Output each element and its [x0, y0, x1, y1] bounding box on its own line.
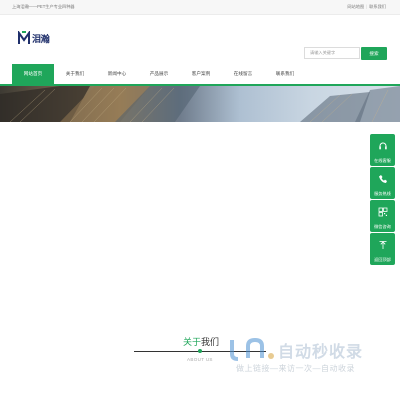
sitemap-link[interactable]: 网站地图 — [347, 4, 364, 9]
floating-toolbar: 在线客服 服务热线 微信咨询 返回顶部 — [370, 134, 395, 266]
watermark-title: 自动秒收录 — [278, 344, 364, 361]
divider: | — [366, 4, 368, 9]
wechat-button[interactable]: 微信咨询 — [370, 200, 395, 232]
logo-mark-icon — [18, 31, 30, 44]
hero-banner — [0, 86, 400, 122]
top-links: 网站地图 | 联系我们 — [347, 4, 386, 10]
qrcode-icon — [378, 207, 387, 217]
wechat-label: 微信咨询 — [374, 224, 391, 229]
about-title-dark: 我们 — [201, 337, 220, 347]
nav-item-cases[interactable]: 客户案例 — [180, 64, 222, 84]
hotline-button[interactable]: 服务热线 — [370, 167, 395, 199]
back-to-top-button[interactable]: 返回顶部 — [370, 233, 395, 265]
nav-item-message[interactable]: 在线留言 — [222, 64, 264, 84]
contact-link[interactable]: 联系我们 — [369, 4, 386, 9]
online-service-label: 在线客服 — [374, 158, 391, 163]
header: 泪瀚 请输入关键字 搜索 — [0, 14, 400, 64]
about-subtitle: ABOUT US — [187, 357, 213, 362]
about-title-green: 关于 — [183, 337, 202, 347]
search-button[interactable]: 搜索 — [361, 47, 387, 60]
main-nav: 网站首页 关于我们 新闻中心 产品展示 客户案例 在线留言 联系我们 — [0, 64, 400, 86]
banner-buildings-image — [0, 86, 400, 122]
nav-item-contact[interactable]: 联系我们 — [264, 64, 306, 84]
watermark: 自动秒收录 做上链接—来访一次—自动收录 — [226, 336, 386, 380]
search-input[interactable]: 请输入关键字 — [304, 47, 360, 59]
nav-item-home[interactable]: 网站首页 — [12, 64, 54, 84]
phone-icon — [378, 175, 387, 183]
nav-item-products[interactable]: 产品展示 — [138, 64, 180, 84]
hotline-label: 服务热线 — [374, 191, 391, 196]
nav-item-about[interactable]: 关于我们 — [54, 64, 96, 84]
about-divider-dot — [198, 349, 202, 353]
site-slogan: 上海泪瀚——PET生产专业四种器 — [12, 4, 75, 9]
watermark-subtitle: 做上链接—来访一次—自动收录 — [236, 364, 355, 373]
about-title: 关于我们 — [183, 335, 219, 348]
logo[interactable]: 泪瀚 — [18, 30, 50, 46]
headset-icon — [378, 142, 387, 150]
watermark-logo-icon — [230, 337, 274, 361]
nav-item-news[interactable]: 新闻中心 — [96, 64, 138, 84]
arrow-up-icon — [379, 241, 386, 249]
back-to-top-label: 返回顶部 — [374, 257, 391, 262]
logo-text: 泪瀚 — [32, 33, 50, 44]
online-service-button[interactable]: 在线客服 — [370, 134, 395, 166]
top-bar: 上海泪瀚——PET生产专业四种器 网站地图 | 联系我们 — [0, 0, 400, 15]
